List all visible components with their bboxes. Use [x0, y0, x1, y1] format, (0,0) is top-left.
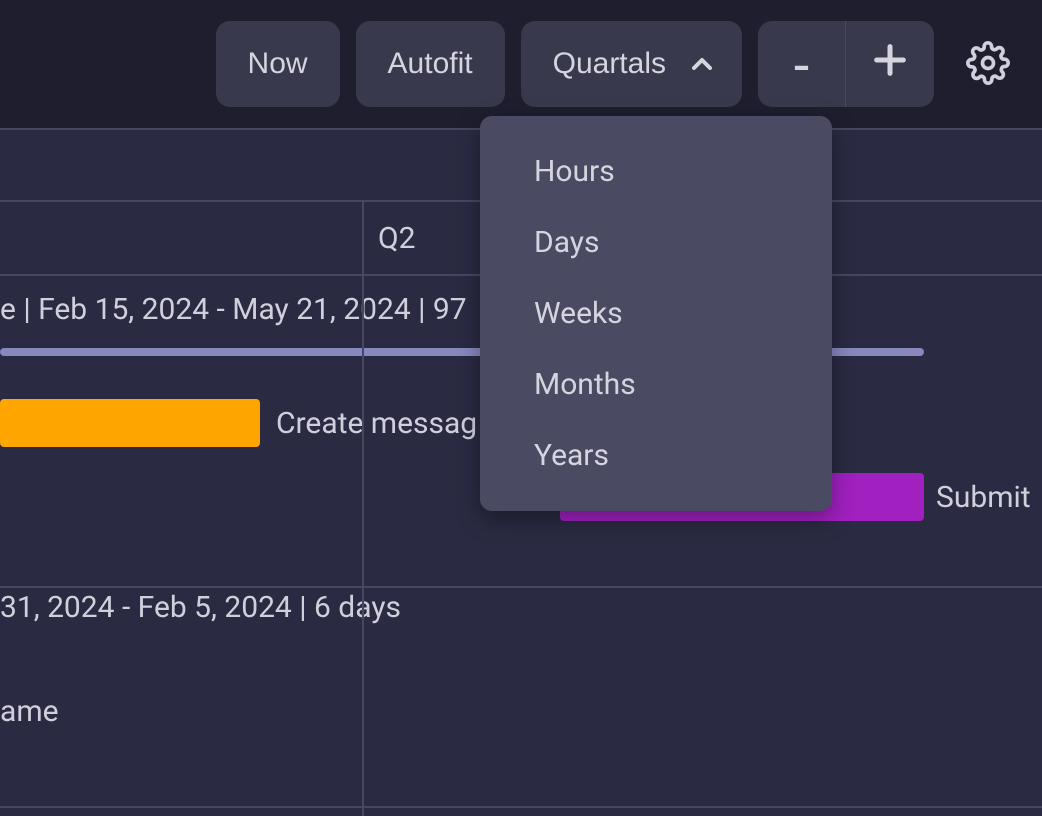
dropdown-item-months[interactable]: Months: [480, 349, 832, 420]
scale-dropdown-menu: Hours Days Weeks Months Years: [480, 116, 832, 511]
zoom-out-button[interactable]: -: [758, 21, 846, 107]
dropdown-item-years[interactable]: Years: [480, 420, 832, 491]
task-bar[interactable]: [0, 399, 260, 447]
minus-icon: -: [793, 33, 811, 95]
chevron-up-icon: [686, 48, 718, 80]
zoom-group: -: [758, 21, 934, 107]
task-label: Create messag: [276, 406, 477, 441]
group-date-range: 31, 2024 - Feb 5, 2024 | 6 days: [0, 590, 401, 625]
plus-icon: [870, 37, 910, 92]
dropdown-item-weeks[interactable]: Weeks: [480, 278, 832, 349]
row-divider: [0, 806, 1042, 808]
task-name-fragment: ame: [0, 694, 59, 729]
dropdown-item-hours[interactable]: Hours: [480, 136, 832, 207]
quarter-label: Q2: [378, 221, 416, 256]
now-button[interactable]: Now: [216, 21, 340, 107]
settings-button[interactable]: [958, 21, 1018, 107]
gear-icon: [966, 41, 1010, 88]
zoom-in-button[interactable]: [846, 21, 934, 107]
gantt-task-row: ame: [0, 674, 1042, 748]
scale-dropdown-button[interactable]: Quartals: [521, 21, 742, 107]
task-label: Submit: [936, 480, 1031, 515]
quarter-divider: [362, 202, 364, 816]
gantt-group-header: 31, 2024 - Feb 5, 2024 | 6 days: [0, 582, 1042, 674]
scale-dropdown-label: Quartals: [553, 47, 666, 81]
summary-label: e | Feb 15, 2024 - May 21, 2024 | 97: [0, 292, 467, 327]
autofit-button[interactable]: Autofit: [356, 21, 505, 107]
dropdown-item-days[interactable]: Days: [480, 207, 832, 278]
toolbar: Now Autofit Quartals -: [0, 0, 1042, 128]
